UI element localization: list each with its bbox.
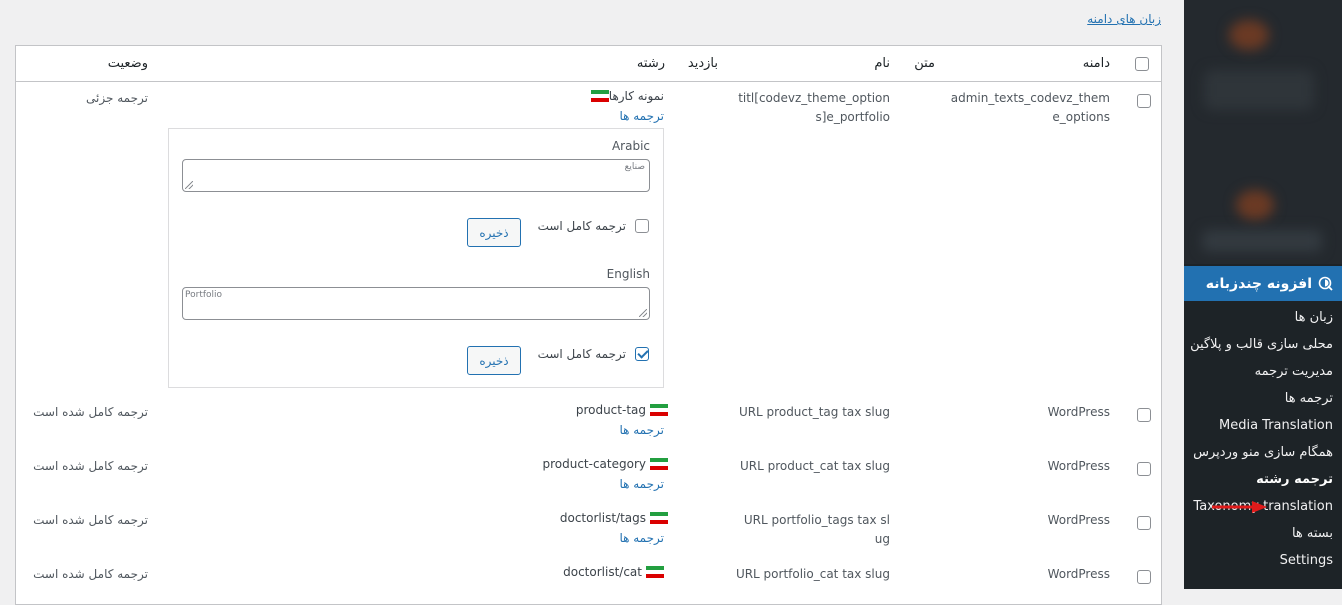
header-visits[interactable]: بازدید	[688, 56, 718, 71]
translation-textarea[interactable]: صنایع	[182, 159, 650, 192]
sidebar-item-menu-sync[interactable]: همگام سازی منو وردپرس	[1184, 439, 1342, 466]
translation-complete-checkbox[interactable]	[635, 219, 649, 233]
blurred-menu-area	[1184, 0, 1342, 264]
sidebar-item-string-translation[interactable]: ترجمه رشته	[1184, 466, 1342, 493]
annotation-arrow-icon	[1212, 501, 1267, 513]
translation-language: Arabic	[611, 139, 650, 153]
save-button[interactable]: ذخیره	[467, 218, 521, 247]
row-status: ترجمه کامل شده است	[33, 567, 148, 581]
domain-languages-link[interactable]: زبان های دامنه	[1087, 12, 1161, 26]
translation-editor: Arabic صنایع ترجمه کامل است ذخیره Englis…	[168, 128, 664, 388]
sidebar-submenu: زبان ها محلی سازی قالب و پلاگین مدیریت ت…	[1184, 304, 1342, 574]
row-domain: WordPress	[1047, 567, 1110, 581]
row-name: URL product_cat tax slug	[739, 459, 890, 473]
select-all-checkbox[interactable]	[1135, 57, 1149, 71]
iran-flag-icon	[650, 404, 668, 416]
row-checkbox[interactable]	[1137, 408, 1151, 422]
sidebar-item-media-translation[interactable]: Media Translation	[1184, 412, 1342, 439]
header-divider	[16, 81, 1161, 82]
sidebar-item-languages[interactable]: زبان ها	[1184, 304, 1342, 331]
row-domain: admin_texts_codevz_theme_options	[950, 91, 1110, 124]
row-string: نمونه کارها	[588, 89, 664, 103]
row-domain: WordPress	[1047, 405, 1110, 419]
translation-complete-label: ترجمه کامل است	[537, 347, 626, 361]
header-domain[interactable]: دامنه	[1083, 56, 1110, 71]
row-status: ترجمه کامل شده است	[33, 459, 148, 473]
row-checkbox[interactable]	[1137, 516, 1151, 530]
row-checkbox[interactable]	[1137, 462, 1151, 476]
iran-flag-icon	[590, 90, 609, 102]
row-name: URL product_tag tax slug	[738, 405, 890, 419]
strings-table: دامنه متن نام بازدید رشته وضعیت admin_te…	[15, 45, 1162, 605]
header-status[interactable]: وضعیت	[108, 56, 148, 71]
row-string: product-category	[542, 457, 668, 471]
row-name: URL portfolio_cat tax slug	[735, 567, 890, 581]
row-domain: WordPress	[1047, 459, 1110, 473]
multilingual-plugin-icon	[1318, 276, 1333, 291]
row-status: ترجمه جزئی	[86, 91, 148, 105]
save-button[interactable]: ذخیره	[467, 346, 521, 375]
translation-complete-checkbox[interactable]	[635, 347, 649, 361]
iran-flag-icon	[650, 512, 668, 524]
row-name: titl[codevz_theme_options]e_portfolio	[738, 91, 890, 124]
row-domain: WordPress	[1047, 513, 1110, 527]
sidebar-item-theme-plugin-localization[interactable]: محلی سازی قالب و پلاگین	[1184, 331, 1342, 358]
iran-flag-icon	[646, 566, 664, 578]
sidebar-item-packages[interactable]: بسته ها	[1184, 520, 1342, 547]
sidebar-active-label: افزونه چندزبانه	[1205, 275, 1312, 292]
header-name[interactable]: نام	[874, 56, 890, 71]
row-translations-link[interactable]: ترجمه ها	[619, 423, 664, 437]
resize-handle-icon[interactable]	[639, 309, 647, 317]
iran-flag-icon	[650, 458, 668, 470]
sidebar-item-translations[interactable]: ترجمه ها	[1184, 385, 1342, 412]
row-status: ترجمه کامل شده است	[33, 405, 148, 419]
translation-complete-label: ترجمه کامل است	[537, 219, 626, 233]
row-translations-link[interactable]: ترجمه ها	[619, 109, 664, 123]
translation-textarea[interactable]: Portfolio	[182, 287, 650, 320]
row-status: ترجمه کامل شده است	[33, 513, 148, 527]
row-translations-link[interactable]: ترجمه ها	[619, 477, 664, 491]
sidebar-item-settings[interactable]: Settings	[1184, 547, 1342, 574]
row-string: doctorlist/cat	[563, 565, 664, 579]
sidebar-item-multilingual[interactable]: افزونه چندزبانه	[1184, 266, 1342, 301]
header-text[interactable]: متن	[914, 56, 935, 71]
row-checkbox[interactable]	[1137, 94, 1151, 108]
row-checkbox[interactable]	[1137, 570, 1151, 584]
row-string: doctorlist/tags	[560, 511, 668, 525]
row-translations-link[interactable]: ترجمه ها	[619, 531, 664, 545]
resize-handle-icon[interactable]	[185, 181, 193, 189]
header-string[interactable]: رشته	[637, 56, 665, 71]
translation-language: English	[606, 267, 650, 281]
row-name: URL portfolio_tags tax slug	[743, 513, 890, 546]
sidebar-item-translation-management[interactable]: مدیریت ترجمه	[1184, 358, 1342, 385]
row-string: product-tag	[576, 403, 668, 417]
